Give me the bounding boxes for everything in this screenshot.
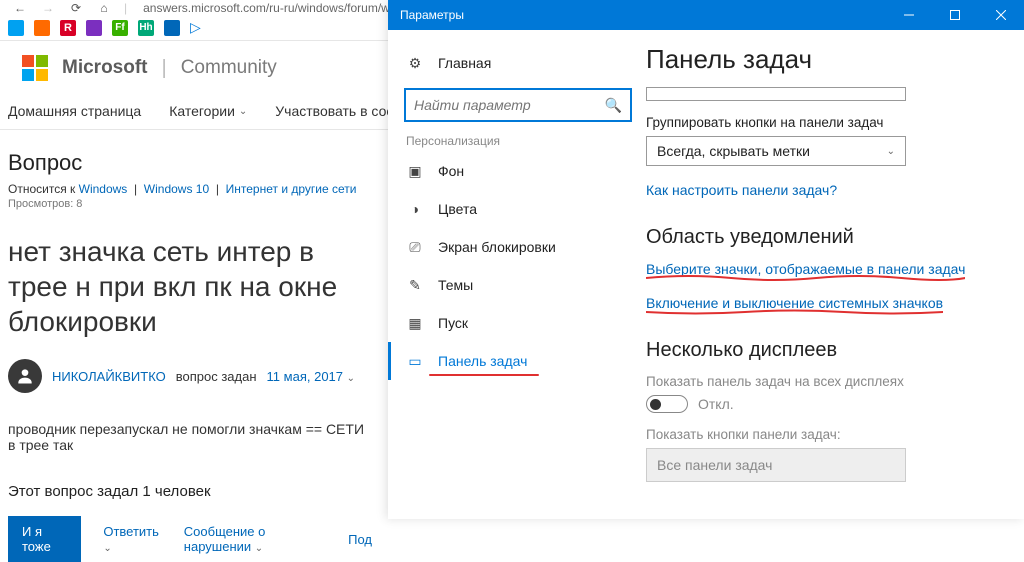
- nav-home[interactable]: Домашняя страница: [8, 103, 141, 119]
- nav-background[interactable]: ▣Фон: [402, 152, 634, 190]
- view-count: Просмотров: 8: [8, 198, 372, 210]
- nav-themes[interactable]: ✎Темы: [402, 266, 634, 304]
- chevron-down-icon: ⌄: [887, 146, 895, 157]
- nav-section-label: Персонализация: [406, 134, 634, 148]
- asked-by-count: Этот вопрос задал 1 человек: [8, 483, 372, 500]
- brand-text: Microsoft: [62, 57, 148, 79]
- page-title: Панель задач: [646, 44, 1002, 75]
- settings-nav: ⚙ Главная 🔍 Персонализация ▣Фон ◑Цвета ⎚…: [388, 30, 646, 519]
- author-link[interactable]: НИКОЛАЙКВИТКО: [52, 369, 166, 384]
- reply-link[interactable]: Ответить ⌄: [103, 524, 161, 554]
- nav-start[interactable]: ▦Пуск: [402, 304, 634, 342]
- multi-label: Показать панель задач на всех дисплеях: [646, 374, 1002, 389]
- question-author: НИКОЛАЙКВИТКО вопрос задан 11 мая, 2017 …: [8, 359, 372, 393]
- bookmark-icon[interactable]: [8, 20, 24, 36]
- multi-display-title: Несколько дисплеев: [646, 339, 1002, 362]
- question-title: нет значка сеть интер в трее н при вкл п…: [8, 234, 372, 339]
- minimize-button[interactable]: [886, 0, 932, 30]
- refresh-icon[interactable]: ⟳: [68, 0, 84, 16]
- gear-icon: ⚙: [406, 55, 424, 72]
- group-dropdown[interactable]: Всегда, скрывать метки⌄: [646, 136, 906, 166]
- settings-content: Панель задач Группировать кнопки на пане…: [646, 30, 1024, 519]
- start-icon: ▦: [406, 315, 424, 332]
- window-title: Параметры: [400, 8, 464, 22]
- brush-icon: ✎: [406, 277, 424, 294]
- all-panels-dropdown: Все панели задач: [646, 448, 906, 482]
- nav-taskbar[interactable]: ▭Панель задач: [388, 342, 634, 380]
- bookmark-icon[interactable]: [164, 20, 180, 36]
- microsoft-logo-icon: [22, 55, 48, 81]
- back-icon[interactable]: ←: [12, 0, 28, 16]
- home-icon[interactable]: ⌂: [96, 0, 112, 16]
- bookmark-icon[interactable]: Ff: [112, 20, 128, 36]
- show-buttons-label: Показать кнопки панели задач:: [646, 427, 1002, 442]
- question-content: Вопрос Относится к Windows | Windows 10 …: [0, 130, 380, 562]
- howto-link[interactable]: Как настроить панели задач?: [646, 182, 837, 198]
- search-input[interactable]: 🔍: [404, 88, 632, 122]
- question-actions: И я тоже Ответить ⌄ Сообщение о нарушени…: [8, 516, 372, 562]
- subscribe-link[interactable]: Под: [348, 532, 372, 547]
- community-text[interactable]: Community: [181, 57, 277, 79]
- bookmark-icon[interactable]: R: [60, 20, 76, 36]
- forward-icon[interactable]: →: [40, 0, 56, 16]
- nav-colors[interactable]: ◑Цвета: [402, 190, 634, 228]
- post-date[interactable]: 11 мая, 2017 ⌄: [267, 369, 355, 384]
- chevron-down-icon: ⌄: [347, 373, 355, 384]
- avatar-icon: [8, 359, 42, 393]
- search-field[interactable]: [414, 97, 605, 113]
- close-button[interactable]: [978, 0, 1024, 30]
- multi-display-toggle[interactable]: Откл.: [646, 395, 1002, 413]
- question-body: проводник перезапускал не помогли значка…: [8, 421, 372, 453]
- report-link[interactable]: Сообщение о нарушении ⌄: [184, 524, 326, 554]
- palette-icon: ◑: [406, 201, 424, 217]
- window-controls: [886, 0, 1024, 30]
- question-meta: Относится к Windows | Windows 10 | Интер…: [8, 182, 372, 196]
- link-windows[interactable]: Windows: [79, 182, 128, 196]
- bookmark-icon[interactable]: [34, 20, 50, 36]
- system-icons-link[interactable]: Включение и выключение системных значков: [646, 295, 943, 311]
- maximize-button[interactable]: [932, 0, 978, 30]
- address-bar[interactable]: answers.microsoft.com/ru-ru/windows/foru…: [143, 1, 390, 15]
- link-internet[interactable]: Интернет и другие сети: [226, 182, 357, 196]
- settings-window: Параметры ⚙ Главная 🔍 Персонализация ▣Фо…: [388, 0, 1024, 519]
- lock-icon: ⎚: [406, 239, 424, 256]
- notification-area-title: Область уведомлений: [646, 226, 1002, 249]
- chevron-down-icon: ⌄: [239, 106, 247, 117]
- bookmark-icon[interactable]: Hh: [138, 20, 154, 36]
- link-windows10[interactable]: Windows 10: [144, 182, 209, 196]
- me-too-button[interactable]: И я тоже: [8, 516, 81, 562]
- nav-categories[interactable]: Категории⌄: [169, 103, 247, 119]
- picture-icon: ▣: [406, 163, 424, 180]
- dropdown-cut[interactable]: [646, 87, 906, 101]
- search-icon: 🔍: [605, 97, 622, 114]
- nav-home[interactable]: ⚙ Главная: [402, 44, 634, 82]
- group-label: Группировать кнопки на панели задач: [646, 115, 1002, 130]
- bookmark-icon[interactable]: ▷: [190, 19, 201, 36]
- taskbar-icon: ▭: [406, 353, 424, 370]
- bookmark-icon[interactable]: [86, 20, 102, 36]
- select-icons-link[interactable]: Выберите значки, отображаемые в панели з…: [646, 261, 965, 277]
- titlebar[interactable]: Параметры: [388, 0, 1024, 30]
- question-label: Вопрос: [8, 150, 372, 176]
- nav-lockscreen[interactable]: ⎚Экран блокировки: [402, 228, 634, 266]
